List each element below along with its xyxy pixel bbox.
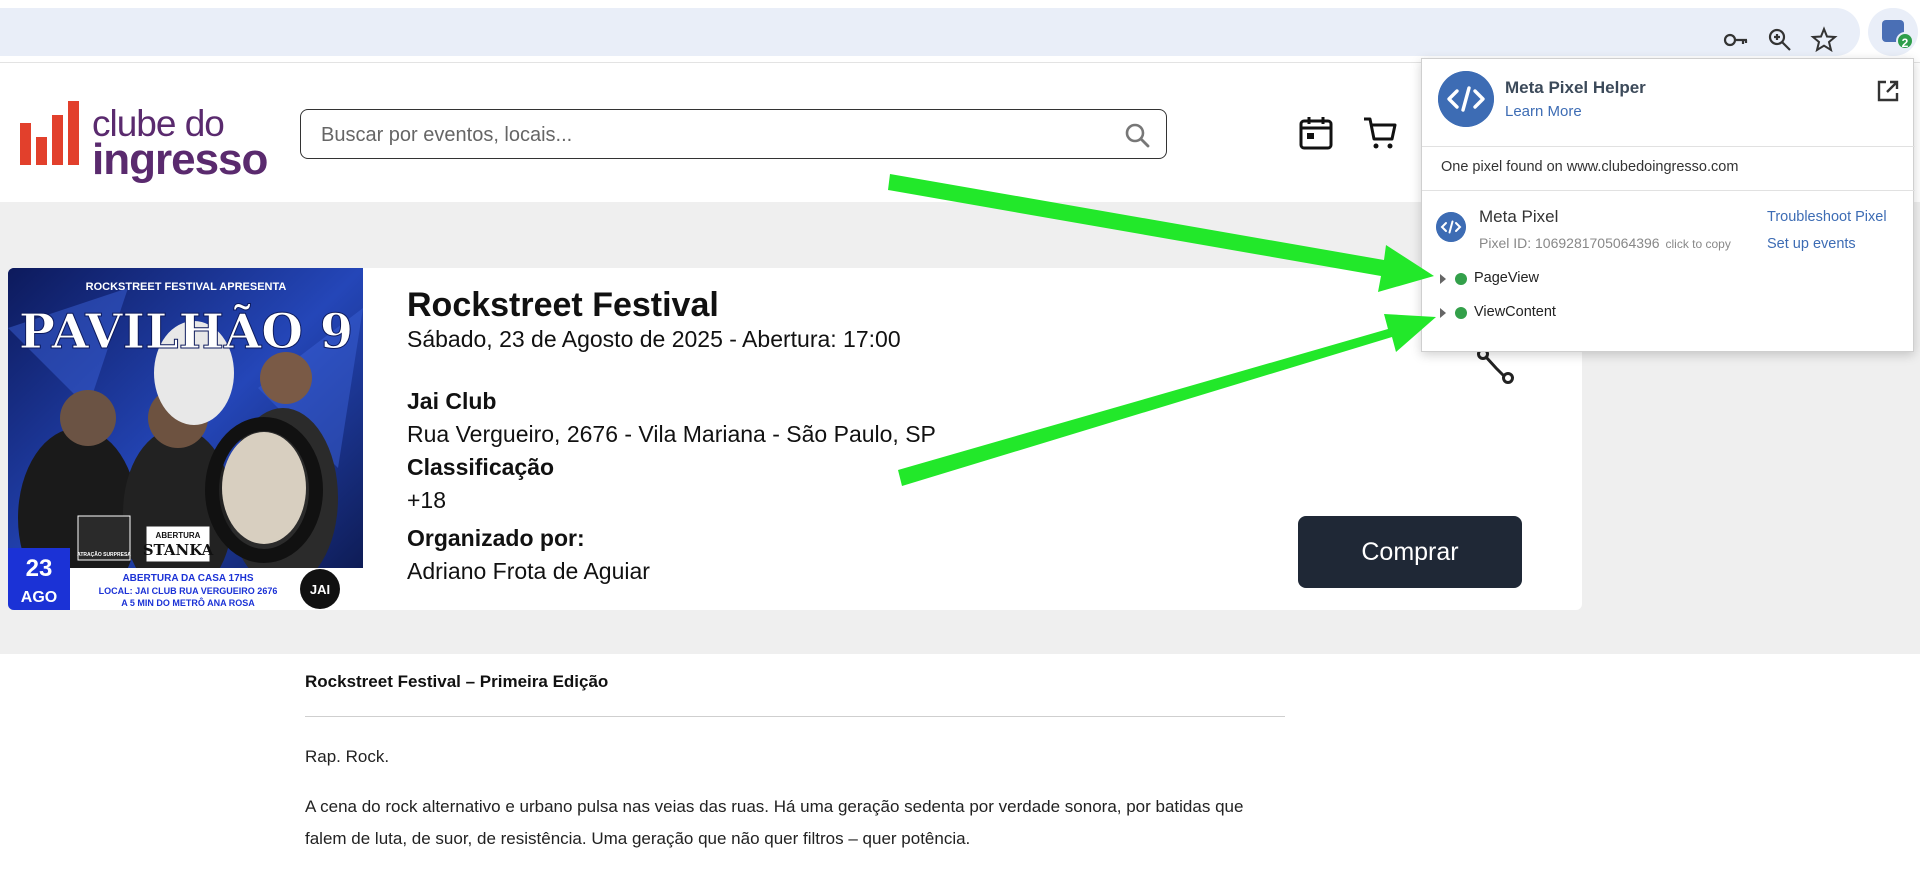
event-poster[interactable]: ROCKSTREET FESTIVAL APRESENTA PAVILHÃO 9… (8, 268, 363, 610)
event-card: ROCKSTREET FESTIVAL APRESENTA PAVILHÃO 9… (8, 268, 1582, 610)
organizer-label: Organizado por: (407, 525, 585, 551)
key-icon[interactable] (1722, 26, 1750, 54)
star-icon[interactable] (1810, 26, 1838, 54)
share-icon[interactable] (1476, 346, 1516, 386)
search-input[interactable] (321, 120, 1101, 150)
browser-address-bar (0, 8, 1860, 56)
site-logo[interactable]: clube do ingresso (20, 101, 268, 184)
rating-value: +18 (407, 487, 447, 513)
description-divider (305, 716, 1285, 717)
event-date: Sábado, 23 de Agosto de 2025 - Abertura:… (407, 326, 901, 352)
pixel-found-text: One pixel found on www.clubedoingresso.c… (1441, 159, 1739, 175)
poster-line1: ABERTURA DA CASA 17HS (122, 573, 253, 584)
pixel-helper-title: Meta Pixel Helper (1505, 78, 1646, 97)
set-up-events-link[interactable]: Set up events (1767, 236, 1856, 252)
poster-logo-text: JAI (310, 582, 330, 597)
pixel-id[interactable]: Pixel ID: 1069281705064396 click to copy (1479, 235, 1731, 251)
poster-line2: LOCAL: JAI CLUB RUA VERGUEIRO 2676 (99, 586, 278, 596)
logo-bars-icon (20, 101, 79, 165)
venue-address: Rua Vergueiro, 2676 - Vila Mariana - São… (407, 421, 936, 447)
pixel-id-value[interactable]: Pixel ID: 1069281705064396 (1479, 235, 1660, 251)
buy-button[interactable]: Comprar (1298, 516, 1522, 588)
popup-divider (1422, 146, 1915, 147)
poster-line3: A 5 MIN DO METRÔ ANA ROSA (121, 597, 255, 608)
event-title: Rockstreet Festival (407, 286, 719, 324)
popup-divider (1422, 190, 1915, 191)
poster-month: AGO (21, 589, 57, 606)
search-box (300, 109, 1167, 159)
description-title: Rockstreet Festival – Primeira Edição (305, 672, 609, 691)
event-name: PageView (1474, 270, 1540, 286)
expand-triangle-icon[interactable] (1440, 308, 1446, 318)
pixel-helper-logo-icon (1438, 71, 1494, 127)
description-paragraph: A cena do rock alternativo e urbano puls… (305, 797, 1244, 848)
description-paragraph: Rap. Rock. (305, 747, 390, 766)
meta-pixel-icon (1436, 212, 1466, 242)
poster-title: PAVILHÃO 9 (19, 302, 353, 360)
meta-pixel-extension-button[interactable]: 2 (1868, 8, 1918, 56)
poster-opening: ABERTURA (156, 531, 201, 540)
learn-more-link[interactable]: Learn More (1505, 103, 1582, 120)
meta-pixel-helper-popup: Meta Pixel Helper Learn More One pixel f… (1421, 58, 1915, 352)
venue-name: Jai Club (407, 388, 497, 414)
event-description: Rockstreet Festival – Primeira Edição Ra… (305, 672, 1285, 855)
rating-label: Classificação (407, 454, 555, 480)
extension-badge: 2 (1896, 32, 1914, 50)
expand-triangle-icon[interactable] (1440, 274, 1446, 284)
zoom-icon[interactable] (1766, 26, 1794, 54)
search-icon[interactable] (1124, 122, 1150, 148)
success-status-icon (1455, 307, 1467, 319)
poster-header: ROCKSTREET FESTIVAL APRESENTA (86, 281, 287, 293)
troubleshoot-pixel-link[interactable]: Troubleshoot Pixel (1767, 209, 1887, 225)
cart-icon[interactable] (1362, 115, 1398, 151)
poster-artwork: ROCKSTREET FESTIVAL APRESENTA PAVILHÃO 9… (8, 268, 363, 610)
logo-text-bottom: ingresso (92, 135, 268, 184)
calendar-icon[interactable] (1298, 115, 1334, 151)
open-external-icon[interactable] (1876, 79, 1900, 103)
success-status-icon (1455, 273, 1467, 285)
copy-hint: click to copy (1665, 237, 1731, 251)
event-name: ViewContent (1474, 304, 1556, 320)
poster-opening-act: STANKA (143, 541, 214, 559)
organizer-value: Adriano Frota de Aguiar (407, 558, 650, 584)
poster-day: 23 (26, 555, 53, 582)
poster-surprise: ATRAÇÃO SURPRESA (77, 551, 131, 558)
pixel-name: Meta Pixel (1479, 207, 1559, 226)
